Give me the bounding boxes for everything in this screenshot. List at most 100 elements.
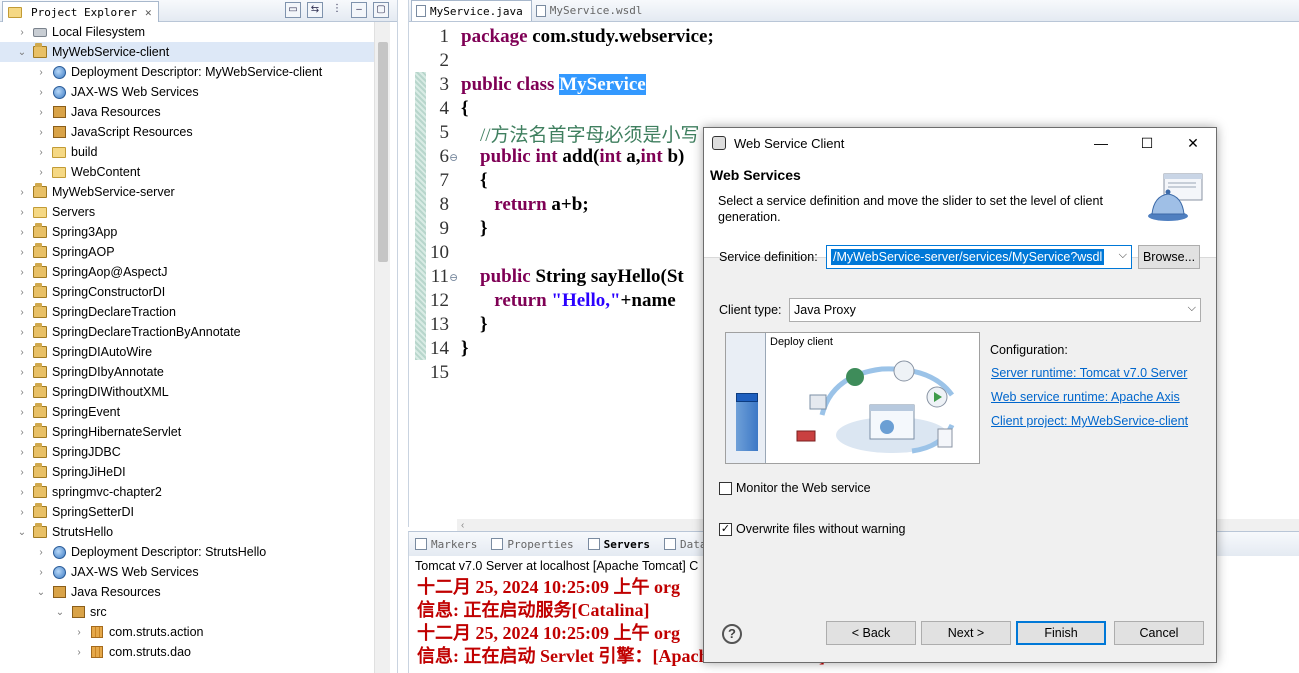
explorer-scrollbar[interactable]: [374, 22, 390, 673]
chevron-right-icon[interactable]: ›: [16, 367, 28, 378]
tree-item[interactable]: › SpringConstructorDI: [0, 282, 374, 302]
chevron-right-icon[interactable]: ›: [35, 147, 47, 158]
chevron-right-icon[interactable]: ›: [16, 287, 28, 298]
chevron-right-icon[interactable]: ›: [16, 187, 28, 198]
tree-item[interactable]: › SpringSetterDI: [0, 502, 374, 522]
tree-item[interactable]: › JavaScript Resources: [0, 122, 374, 142]
tree-item[interactable]: › Deployment Descriptor: StrutsHello: [0, 542, 374, 562]
chevron-right-icon[interactable]: ›: [16, 407, 28, 418]
chevron-right-icon[interactable]: ›: [16, 247, 28, 258]
monitor-checkbox[interactable]: Monitor the Web service: [719, 481, 871, 495]
servers-view-tab[interactable]: Servers: [587, 538, 650, 551]
cancel-button[interactable]: Cancel: [1114, 621, 1204, 645]
chevron-right-icon[interactable]: ›: [35, 567, 47, 578]
chevron-down-icon[interactable]: ⌄: [35, 587, 47, 598]
help-icon[interactable]: ?: [722, 624, 742, 644]
tree-item[interactable]: › com.struts.action: [0, 622, 374, 642]
finish-button[interactable]: Finish: [1016, 621, 1106, 645]
tree-item[interactable]: › Spring3App: [0, 222, 374, 242]
close-icon[interactable]: ✕: [145, 6, 152, 19]
tree-item[interactable]: ⌄ Java Resources: [0, 582, 374, 602]
close-window-icon[interactable]: ✕: [1170, 128, 1216, 158]
tree-item[interactable]: › WebContent: [0, 162, 374, 182]
tree-item[interactable]: › com.struts.dao: [0, 642, 374, 662]
scrollbar-thumb[interactable]: [378, 42, 388, 262]
minimize-icon[interactable]: –: [351, 2, 367, 18]
chevron-right-icon[interactable]: ›: [35, 87, 47, 98]
server-runtime-link[interactable]: Server runtime: Tomcat v7.0 Server: [991, 366, 1187, 380]
chevron-right-icon[interactable]: ›: [35, 67, 47, 78]
chevron-down-icon[interactable]: ⌄: [54, 607, 66, 618]
chevron-right-icon[interactable]: ›: [16, 327, 28, 338]
next-button[interactable]: Next >: [921, 621, 1011, 645]
tree-item[interactable]: › build: [0, 142, 374, 162]
tree-item[interactable]: › SpringDIAutoWire: [0, 342, 374, 362]
client-project-link[interactable]: Client project: MyWebService-client: [991, 414, 1188, 428]
tree-item[interactable]: › SpringAop@AspectJ: [0, 262, 374, 282]
tree-item[interactable]: › SpringHibernateServlet: [0, 422, 374, 442]
chevron-right-icon[interactable]: ›: [16, 487, 28, 498]
tree-item[interactable]: › SpringJiHeDI: [0, 462, 374, 482]
chevron-right-icon[interactable]: ›: [35, 127, 47, 138]
chevron-down-icon[interactable]: ⌄: [16, 47, 28, 58]
overwrite-checkbox[interactable]: ✓ Overwrite files without warning: [719, 522, 906, 536]
tree-item[interactable]: › JAX-WS Web Services: [0, 82, 374, 102]
tab-project-explorer[interactable]: Project Explorer ✕: [2, 1, 159, 22]
chevron-down-icon[interactable]: ⌵: [1188, 302, 1196, 315]
chevron-down-icon[interactable]: ⌵: [1119, 249, 1127, 262]
tree-item[interactable]: › JAX-WS Web Services: [0, 562, 374, 582]
web-service-runtime-link[interactable]: Web service runtime: Apache Axis: [991, 390, 1180, 404]
checkbox-box[interactable]: [719, 481, 732, 495]
chevron-right-icon[interactable]: ›: [73, 627, 85, 638]
tree-item[interactable]: › Deployment Descriptor: MyWebService-cli…: [0, 62, 374, 82]
tree-item[interactable]: › Java Resources: [0, 102, 374, 122]
tree-item[interactable]: ⌄ src: [0, 602, 374, 622]
fold-toggle-icon[interactable]: ⊖: [449, 271, 458, 284]
back-button[interactable]: < Back: [826, 621, 916, 645]
editor-tab[interactable]: MyService.wsdl: [532, 0, 651, 21]
maximize-icon[interactable]: ▢: [373, 2, 389, 18]
tree-item[interactable]: › SpringAOP: [0, 242, 374, 262]
browse-button[interactable]: Browse...: [1138, 245, 1200, 269]
checkbox-box[interactable]: ✓: [719, 522, 732, 536]
chevron-right-icon[interactable]: ›: [35, 167, 47, 178]
client-type-combo[interactable]: Java Proxy ⌵: [789, 298, 1201, 322]
view-menu-icon[interactable]: ⋮: [329, 2, 345, 18]
editor-tab[interactable]: MyService.java: [411, 0, 532, 21]
slider-thumb[interactable]: [736, 393, 758, 402]
client-level-slider[interactable]: [726, 333, 766, 463]
chevron-down-icon[interactable]: ⌄: [16, 527, 28, 538]
chevron-right-icon[interactable]: ›: [16, 207, 28, 218]
tree-item[interactable]: ⌄ StrutsHello: [0, 522, 374, 542]
chevron-right-icon[interactable]: ›: [16, 347, 28, 358]
tree-item[interactable]: › SpringDeclareTractionByAnnotate: [0, 322, 374, 342]
tree-item[interactable]: › SpringDIWithoutXML: [0, 382, 374, 402]
chevron-right-icon[interactable]: ›: [16, 267, 28, 278]
tree-item[interactable]: › Local Filesystem: [0, 22, 374, 42]
tree-item[interactable]: › MyWebService-server: [0, 182, 374, 202]
chevron-right-icon[interactable]: ›: [16, 387, 28, 398]
tree-item[interactable]: › SpringEvent: [0, 402, 374, 422]
fold-toggle-icon[interactable]: ⊖: [449, 151, 458, 164]
chevron-right-icon[interactable]: ›: [16, 507, 28, 518]
tree-item[interactable]: › springmvc-chapter2: [0, 482, 374, 502]
chevron-right-icon[interactable]: ›: [16, 307, 28, 318]
tree-item[interactable]: › SpringDIbyAnnotate: [0, 362, 374, 382]
tree-item[interactable]: › Servers: [0, 202, 374, 222]
tree-item[interactable]: › SpringJDBC: [0, 442, 374, 462]
chevron-right-icon[interactable]: ›: [16, 27, 28, 38]
chevron-right-icon[interactable]: ›: [16, 447, 28, 458]
chevron-right-icon[interactable]: ›: [16, 227, 28, 238]
tree-item[interactable]: › SpringDeclareTraction: [0, 302, 374, 322]
chevron-right-icon[interactable]: ›: [35, 107, 47, 118]
chevron-right-icon[interactable]: ›: [35, 547, 47, 558]
servers-view-tab[interactable]: Markers: [415, 538, 477, 551]
minimize-window-icon[interactable]: —: [1078, 128, 1124, 158]
chevron-right-icon[interactable]: ›: [16, 427, 28, 438]
tree-item[interactable]: ⌄ MyWebService-client: [0, 42, 374, 62]
servers-view-tab[interactable]: Properties: [491, 538, 574, 551]
link-editor-icon[interactable]: ⇆: [307, 2, 323, 18]
collapse-all-icon[interactable]: ▭: [285, 2, 301, 18]
chevron-right-icon[interactable]: ›: [16, 467, 28, 478]
maximize-window-icon[interactable]: ☐: [1124, 128, 1170, 158]
